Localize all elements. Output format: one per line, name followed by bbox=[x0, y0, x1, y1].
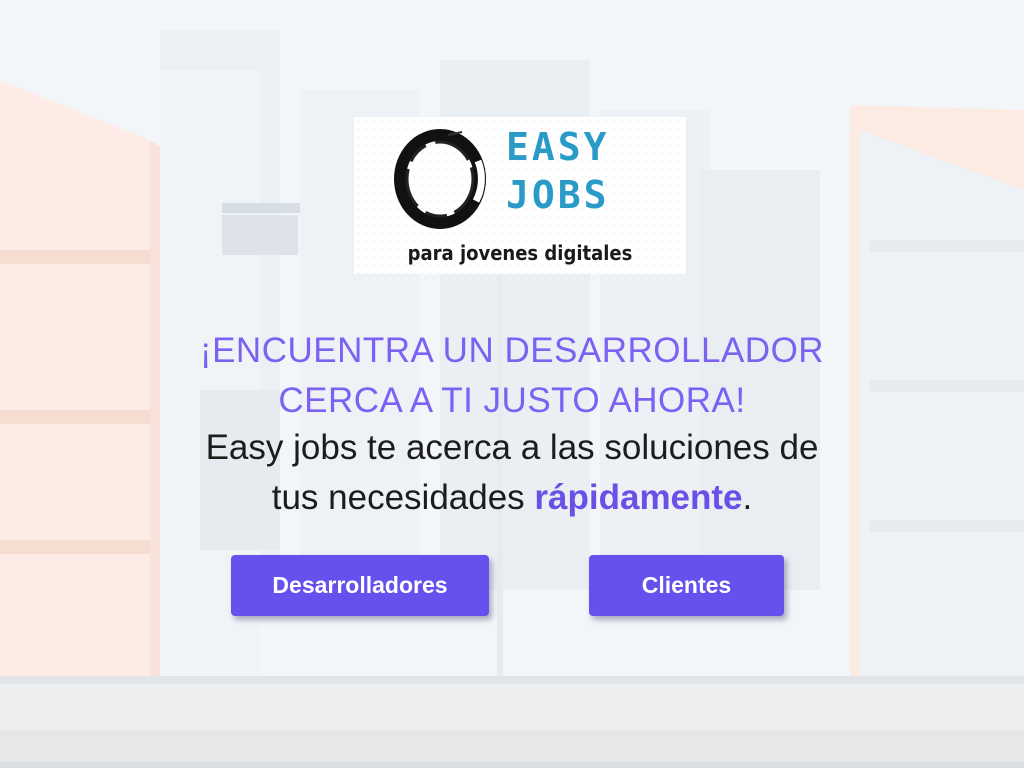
hero-headline-line-1: ¡ENCUENTRA UN DESARROLLADOR bbox=[199, 331, 825, 370]
easy-jobs-logo: EASY JOBS para jovenes digitales bbox=[354, 117, 686, 274]
hero-subline-prefix: tus necesidades bbox=[271, 478, 535, 517]
logo-tagline: para jovenes digitales bbox=[407, 241, 633, 265]
hero-subline-emphasis: rápidamente bbox=[534, 478, 743, 517]
logo-word-easy: EASY bbox=[506, 125, 610, 169]
hero-subline-line-1: Easy jobs te acerca a las soluciones de bbox=[205, 428, 819, 467]
hero-subline: Easy jobs te acerca a las soluciones de … bbox=[112, 423, 912, 523]
hero-subline-suffix: . bbox=[742, 478, 753, 517]
logo-word-jobs: JOBS bbox=[506, 173, 610, 217]
hero-headline-line-2: CERCA A TI JUSTO AHORA! bbox=[278, 381, 746, 420]
clients-button[interactable]: Clientes bbox=[589, 555, 784, 616]
brush-circle-icon bbox=[394, 129, 486, 229]
hero-headline: ¡ENCUENTRA UN DESARROLLADOR CERCA A TI J… bbox=[112, 326, 912, 426]
hero-subline-line-2: tus necesidades rápidamente. bbox=[112, 473, 912, 523]
developers-button[interactable]: Desarrolladores bbox=[231, 555, 489, 616]
landing-page: EASY JOBS para jovenes digitales ¡ENCUEN… bbox=[0, 0, 1024, 768]
